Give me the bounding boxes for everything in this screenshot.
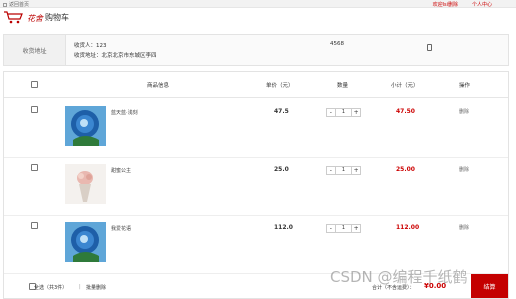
quantity-stepper: - 1 + [326,166,361,175]
product-name[interactable]: 甜蜜公主 [111,167,131,174]
home-link[interactable]: 返回首页 [3,1,29,8]
product-image[interactable] [65,106,106,146]
address-info: 收货人：123 收货地址：北京北京市东城区李四 [74,41,157,61]
total-label: 合计（不含运费）： [372,285,415,291]
batch-delete-link[interactable]: 批量删除 [86,284,106,291]
address-detail: 收货地址：北京北京市东城区李四 [74,53,157,59]
user-center-link[interactable]: 个人中心 [472,1,492,8]
cart-footer: 全选（共3件） | 批量删除 合计（不含运费）： ¥0.00 结算 [4,274,508,298]
qty-input[interactable]: 1 [336,109,352,116]
unit-price: 47.5 [274,108,289,115]
qty-minus-button[interactable]: - [327,225,336,232]
page-title: 购物车 [45,13,69,22]
col-qty: 数量 [337,83,349,89]
total-amount: ¥0.00 [424,282,447,290]
quantity-stepper: - 1 + [326,108,361,117]
table-header: 商品信息 单价（元） 数量 小计（元） 操作 [4,72,508,98]
home-icon [3,2,7,7]
select-all-label[interactable]: 全选（共3件） [34,284,67,291]
row-checkbox[interactable] [31,106,38,113]
product-name[interactable]: 我爱花语 [111,225,131,232]
address-panel: 收货地址 收货人：123 收货地址：北京北京市东城区李四 4568 [3,34,509,66]
qty-plus-button[interactable]: + [351,225,360,232]
qty-plus-button[interactable]: + [351,109,360,116]
logo-text: 花舍 [27,14,43,23]
address-label: 收货地址 [4,35,66,65]
qty-input[interactable]: 1 [336,167,352,174]
product-name[interactable]: 蓝天蓝·浅刻 [111,109,138,116]
receiver-text: 收货人：123 [74,43,107,49]
table-row: 我爱花语 112.0 - 1 + 112.00 删除 [4,216,508,274]
edit-address-icon[interactable] [427,44,432,51]
col-subtotal: 小计（元） [391,83,419,89]
col-price: 单价（元） [266,83,294,89]
row-subtotal: 47.50 [396,108,415,115]
col-action: 操作 [459,83,471,89]
cart-table: 商品信息 单价（元） 数量 小计（元） 操作 蓝天蓝·浅刻 47.5 - 1 +… [3,71,509,299]
row-checkbox[interactable] [31,164,38,171]
row-subtotal: 112.00 [396,224,420,231]
qty-minus-button[interactable]: - [327,109,336,116]
qty-input[interactable]: 1 [336,225,352,232]
cart-logo-icon [4,11,23,24]
unit-price: 112.0 [274,224,293,231]
phone-text: 4568 [330,41,344,47]
delete-link[interactable]: 删除 [459,108,469,115]
qty-minus-button[interactable]: - [327,167,336,174]
row-subtotal: 25.00 [396,166,415,173]
welcome-text[interactable]: 欢迎lsi删除 [433,1,458,8]
table-row: 蓝天蓝·浅刻 47.5 - 1 + 47.50 删除 [4,100,508,158]
footer-separator: | [79,284,81,290]
product-image[interactable] [65,164,106,204]
qty-plus-button[interactable]: + [351,167,360,174]
quantity-stepper: - 1 + [326,224,361,233]
header [0,8,516,36]
top-bar: 返回首页 欢迎lsi删除 个人中心 [0,0,516,8]
row-checkbox[interactable] [31,222,38,229]
delete-link[interactable]: 删除 [459,166,469,173]
table-row: 甜蜜公主 25.0 - 1 + 25.00 删除 [4,158,508,216]
unit-price: 25.0 [274,166,289,173]
product-image[interactable] [65,222,106,262]
home-link-label: 返回首页 [9,2,30,8]
delete-link[interactable]: 删除 [459,224,469,231]
select-all-checkbox[interactable] [31,81,38,88]
checkout-button[interactable]: 结算 [471,274,508,298]
col-product: 商品信息 [147,83,170,89]
